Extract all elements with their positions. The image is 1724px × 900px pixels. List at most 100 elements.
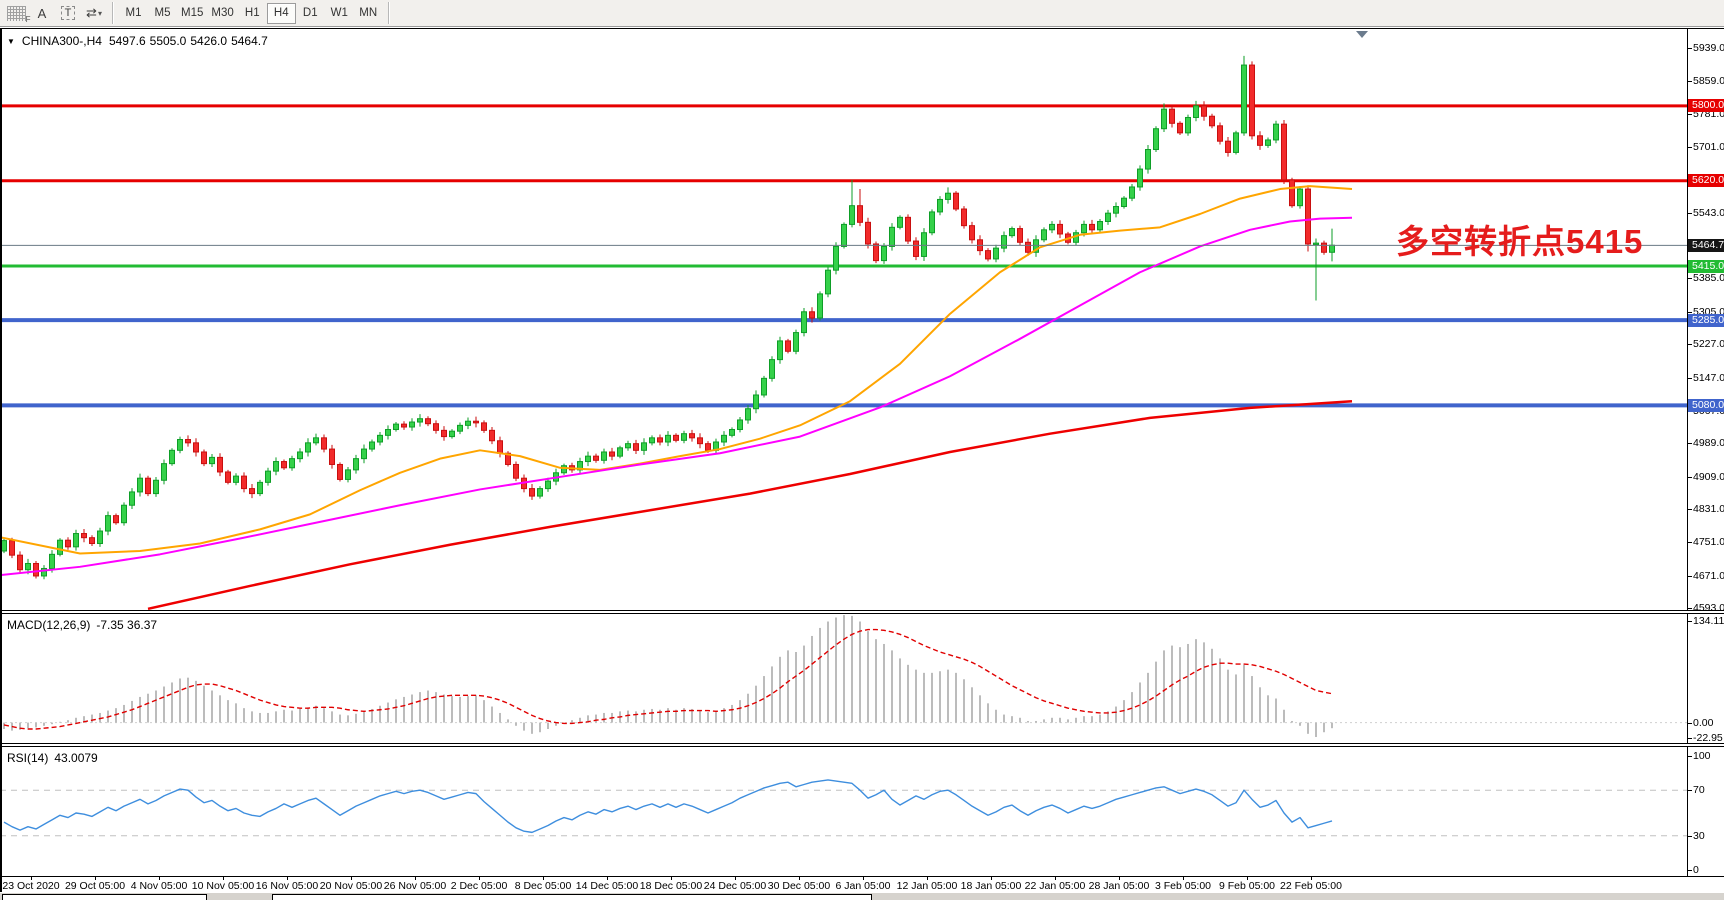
candle-body	[986, 251, 991, 259]
candle-body	[82, 534, 87, 538]
timeframe-button-h1[interactable]: H1	[238, 3, 267, 24]
candle-body	[450, 431, 455, 436]
price-badge-5800.0: 5800.0	[1688, 99, 1724, 112]
candle-body	[794, 333, 799, 352]
candle-body	[58, 540, 63, 554]
candle-body	[1298, 189, 1303, 206]
time-tick-label: 3 Feb 05:00	[1155, 880, 1211, 892]
candle-body	[898, 217, 903, 227]
candle-body	[586, 456, 591, 461]
candle-body	[114, 516, 119, 523]
timeframe-button-h4[interactable]: H4	[267, 3, 296, 24]
candle-body	[234, 476, 239, 482]
timeframe-button-mn[interactable]: MN	[354, 3, 383, 24]
text-frame-button[interactable]: T	[56, 2, 80, 24]
candle-body	[1146, 150, 1151, 170]
candle-body	[386, 430, 391, 436]
candle-body	[610, 452, 615, 456]
rsi-panel[interactable]: RSI(14) 43.0079 10070300	[0, 746, 1724, 877]
grid-icon: F	[7, 6, 26, 21]
macd-chart-surface[interactable]	[0, 614, 1688, 743]
price-tick-label: 5147.0	[1693, 372, 1724, 384]
rsi-label: RSI(14) 43.0079	[7, 751, 98, 765]
rsi-chart-surface[interactable]	[0, 747, 1688, 876]
ohlc-close: 5464.7	[231, 34, 268, 48]
candle-body	[346, 470, 351, 480]
candle-body	[698, 438, 703, 444]
candle-body	[402, 424, 407, 427]
rsi-tick	[1688, 870, 1692, 871]
candle-body	[378, 435, 383, 442]
candle-body	[658, 438, 663, 442]
candle-body	[858, 206, 863, 223]
macd-axis[interactable]: 134.110.00-22.95	[1687, 614, 1724, 743]
price-axis[interactable]: 5939.05859.05781.05701.05543.05385.05305…	[1687, 29, 1724, 610]
main-chart-panel[interactable]: ▼ CHINA300-,H4 5497.6 5505.0 5426.0 5464…	[0, 28, 1724, 611]
candle-body	[122, 505, 127, 522]
timeframe-button-group: M1M5M15M30H1H4D1W1MN	[119, 3, 383, 24]
timeframe-button-m5[interactable]: M5	[148, 3, 177, 24]
rsi-axis[interactable]: 10070300	[1687, 747, 1724, 876]
timeframe-button-m1[interactable]: M1	[119, 3, 148, 24]
macd-tick	[1688, 723, 1692, 724]
candle-body	[1042, 230, 1047, 240]
rsi-tick-label: 0	[1693, 864, 1699, 876]
template-grid-icon[interactable]: F	[4, 2, 28, 24]
timeframe-button-m15[interactable]: M15	[177, 3, 207, 24]
candle-body	[634, 444, 639, 451]
candle-body	[954, 193, 959, 209]
time-tick-label: 29 Oct 05:00	[65, 880, 125, 892]
candle-body	[850, 206, 855, 225]
draw-tools-button[interactable]: ⇄ ▾	[82, 2, 106, 24]
price-tick	[1688, 477, 1692, 478]
time-tick-label: 14 Dec 05:00	[576, 880, 638, 892]
candle-body	[362, 449, 367, 459]
candle-body	[130, 492, 135, 505]
candlestick-chart-surface[interactable]	[0, 29, 1688, 610]
candle-body	[1050, 224, 1055, 229]
candle-body	[1306, 189, 1311, 244]
candle-body	[258, 482, 263, 493]
window-left-border	[0, 28, 2, 892]
text-label-button[interactable]: A	[30, 2, 54, 24]
timeframe-button-m30[interactable]: M30	[207, 3, 237, 24]
timeframe-button-d1[interactable]: D1	[296, 3, 325, 24]
candle-body	[1186, 117, 1191, 132]
candle-body	[50, 554, 55, 568]
rsi-tick-label: 70	[1693, 784, 1705, 796]
price-tick	[1688, 576, 1692, 577]
time-axis[interactable]: 23 Oct 202029 Oct 05:004 Nov 05:0010 Nov…	[0, 877, 1724, 893]
candle-body	[162, 464, 167, 481]
candle-body	[1178, 123, 1183, 133]
candle-body	[682, 434, 687, 441]
macd-panel[interactable]: MACD(12,26,9) -7.35 36.37 134.110.00-22.…	[0, 613, 1724, 744]
time-tick-label: 20 Nov 05:00	[320, 880, 382, 892]
candle-body	[1130, 187, 1135, 198]
price-tick-label: 4671.0	[1693, 570, 1724, 582]
draw-arrows-icon: ⇄	[86, 5, 97, 21]
candle-body	[1154, 129, 1159, 150]
chart-shift-marker-icon[interactable]	[1356, 31, 1368, 38]
candle-body	[930, 212, 935, 233]
timeframe-button-w1[interactable]: W1	[325, 3, 354, 24]
price-badge-5080.0: 5080.0	[1688, 399, 1724, 412]
ma_mid-line[interactable]	[0, 218, 1352, 575]
price-tick-label: 5939.0	[1693, 42, 1724, 54]
candle-body	[562, 466, 567, 473]
ma_fast-line[interactable]	[0, 186, 1352, 553]
price-tick-label: 5543.0	[1693, 207, 1724, 219]
price-tick-label: 4831.0	[1693, 503, 1724, 515]
candle-body	[602, 452, 607, 460]
chart-title: ▼ CHINA300-,H4 5497.6 5505.0 5426.0 5464…	[7, 34, 268, 48]
symbol-dropdown-icon[interactable]: ▼	[7, 37, 15, 46]
candle-body	[458, 425, 463, 431]
candle-body	[74, 534, 79, 547]
candle-body	[922, 233, 927, 257]
rsi-line	[4, 780, 1332, 832]
time-tick-label: 30 Dec 05:00	[768, 880, 830, 892]
candle-body	[146, 478, 151, 493]
time-tick-label: 16 Nov 05:00	[256, 880, 318, 892]
candle-body	[1266, 140, 1271, 145]
candle-body	[1010, 229, 1015, 236]
price-tick	[1688, 542, 1692, 543]
